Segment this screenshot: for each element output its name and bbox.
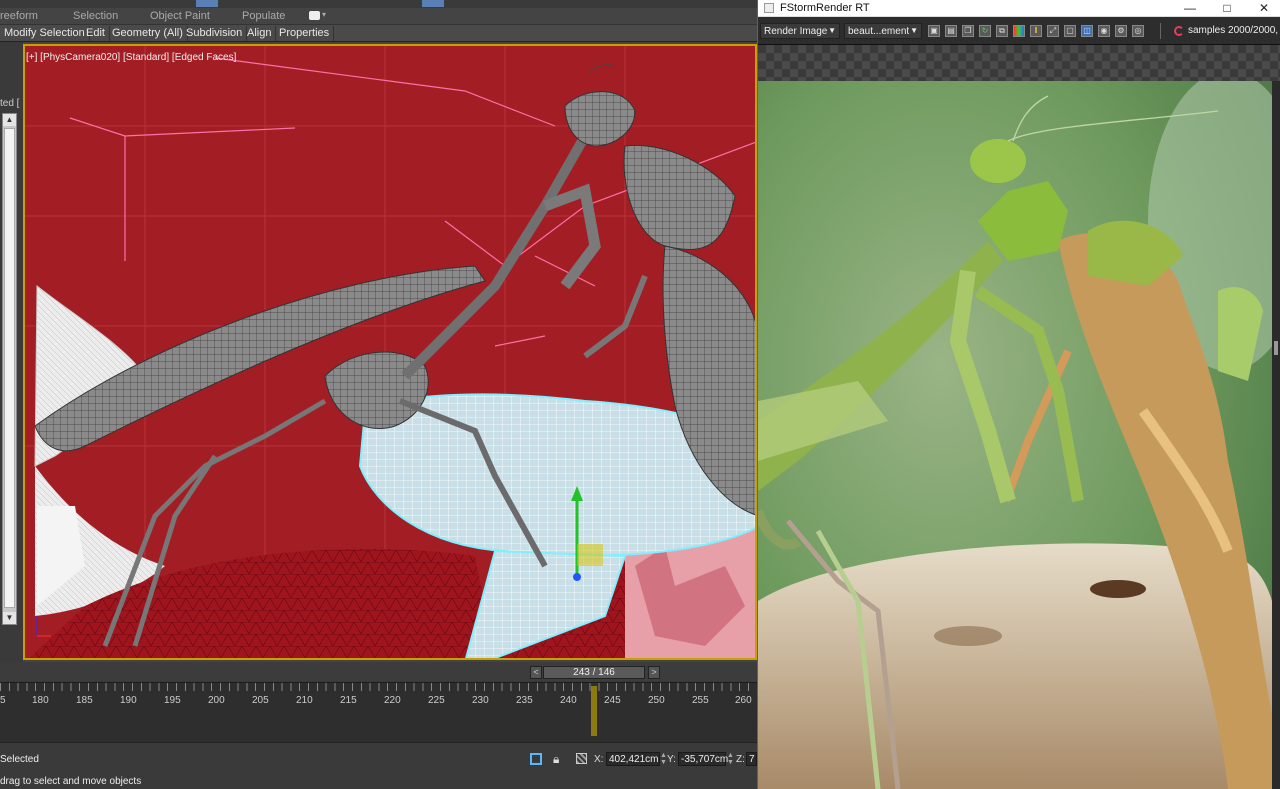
fit-icon[interactable]: ⤢ — [1047, 25, 1059, 37]
render-image-dropdown[interactable]: Render Image ▼ — [760, 23, 840, 39]
close-icon[interactable]: ✕ — [1254, 0, 1274, 17]
globe-icon[interactable]: ◎ — [1132, 25, 1144, 37]
chevron-down-icon: ▼ — [910, 26, 918, 35]
compare-icon[interactable]: ◫ — [1081, 25, 1093, 37]
settings-icon[interactable]: ⚙ — [1115, 25, 1127, 37]
tab-selection[interactable]: Selection — [73, 10, 118, 22]
render-image-label: Render Image — [764, 26, 828, 37]
scroll-thumb[interactable] — [1274, 341, 1278, 355]
x-label: X: — [594, 754, 604, 765]
alpha-checker-band — [758, 45, 1280, 81]
tick-label: 225 — [428, 695, 445, 706]
element-label: beaut...ement — [848, 26, 910, 37]
tick-label: 260 — [735, 695, 752, 706]
scroll-thumb[interactable] — [4, 128, 15, 608]
menu-geometry-all[interactable]: Geometry (All) — [108, 26, 188, 41]
copy-icon[interactable]: ❐ — [962, 25, 974, 37]
tick-label: 190 — [120, 695, 137, 706]
time-slider: < 243 / 146 > — [0, 662, 757, 682]
y-spinner-icon[interactable]: ▲ ▼ — [727, 752, 734, 766]
render-preview[interactable] — [758, 81, 1280, 789]
menu-subdivision[interactable]: Subdivision — [182, 26, 248, 41]
refresh-icon[interactable]: ↻ — [979, 25, 991, 37]
time-cursor[interactable] — [591, 686, 597, 736]
tick-label: 210 — [296, 695, 313, 706]
tab-object-paint[interactable]: Object Paint — [150, 10, 210, 22]
clone-icon[interactable]: ⧉ — [996, 25, 1008, 37]
scene-explorer-label: ted [ — [0, 98, 20, 109]
scroll-down-icon[interactable]: ▼ — [3, 612, 16, 624]
status-selection: Selected — [0, 754, 39, 765]
max-window: reeform Selection Object Paint Populate … — [0, 0, 757, 789]
next-frame-button[interactable]: > — [648, 666, 660, 679]
fstorm-toolbar: Render Image ▼ beaut...ement ▼ ▣ ▤ ❐ ↻ ⧉… — [758, 17, 1280, 45]
select-tool-icon[interactable] — [196, 0, 218, 7]
app-icon — [764, 3, 774, 13]
tick-label: 240 — [560, 695, 577, 706]
tick-label: 235 — [516, 695, 533, 706]
fstorm-window: FStormRender RT — □ ✕ Render Image ▼ bea… — [757, 0, 1280, 789]
track-bar[interactable]: 5 180 185 190 195 200 205 210 215 220 22… — [0, 682, 757, 742]
absolute-mode-icon[interactable] — [576, 753, 587, 764]
save-icon[interactable]: ▤ — [945, 25, 957, 37]
chevron-down-icon[interactable]: ▾ — [322, 10, 326, 19]
z-coordinate-field[interactable]: 7 — [746, 752, 757, 766]
main-toolbar — [0, 0, 757, 8]
menu-properties[interactable]: Properties — [275, 26, 335, 41]
ruler-tickmarks — [0, 683, 757, 691]
tab-freeform[interactable]: reeform — [0, 10, 38, 22]
tick-label: 220 — [384, 695, 401, 706]
x-spinner-icon[interactable]: ▲ ▼ — [660, 752, 667, 766]
chevron-down-icon: ▼ — [828, 26, 836, 35]
camera-icon[interactable]: ◉ — [1098, 25, 1110, 37]
color-channels-icon[interactable] — [1013, 25, 1025, 37]
tick-label: 215 — [340, 695, 357, 706]
ribbon-menu: Modify Selection Edit Geometry (All) Sub… — [0, 25, 757, 42]
viewport-camera[interactable] — [23, 44, 757, 660]
ribbon-toggle-icon[interactable] — [309, 11, 320, 20]
snap-tool-icon[interactable] — [422, 0, 444, 7]
y-label: Y: — [667, 754, 676, 765]
z-label: Z: — [736, 754, 745, 765]
scene-scrollbar[interactable]: ▲ ▼ — [2, 113, 17, 625]
minimize-icon[interactable]: — — [1180, 0, 1200, 17]
isolate-icon[interactable] — [530, 753, 542, 765]
tick-label: 180 — [32, 695, 49, 706]
tick-label: 195 — [164, 695, 181, 706]
ribbon-tabs: reeform Selection Object Paint Populate … — [0, 8, 757, 25]
tick-label: 5 — [0, 695, 6, 706]
y-coordinate-field[interactable]: -35,707cm — [678, 752, 728, 766]
element-dropdown[interactable]: beaut...ement ▼ — [844, 23, 922, 39]
render-icon[interactable]: ▣ — [928, 25, 940, 37]
region-icon[interactable]: ▢ — [1064, 25, 1076, 37]
tick-label: 245 — [604, 695, 621, 706]
samples-spinner-icon — [1174, 26, 1184, 36]
prev-frame-button[interactable]: < — [530, 666, 542, 679]
lock-icon[interactable]: 🔒︎ — [553, 752, 559, 767]
pause-icon[interactable]: ‖ — [1030, 25, 1042, 37]
tab-populate[interactable]: Populate — [242, 10, 285, 22]
tick-label: 255 — [692, 695, 709, 706]
x-coordinate-field[interactable]: 402,421cm — [606, 752, 660, 766]
viewport-label[interactable]: [+] [PhysCamera020] [Standard] [Edged Fa… — [26, 52, 236, 63]
window-title: FStormRender RT — [780, 2, 870, 14]
tick-label: 185 — [76, 695, 93, 706]
toolbar-divider — [1160, 23, 1161, 39]
rendered-mantis-image — [758, 81, 1280, 789]
samples-status: samples 2000/2000, t — [1188, 25, 1280, 36]
menu-modify-selection[interactable]: Modify Selection — [0, 26, 90, 41]
maximize-icon[interactable]: □ — [1217, 0, 1237, 17]
tick-label: 200 — [208, 695, 225, 706]
menu-edit[interactable]: Edit — [82, 26, 110, 41]
tick-label: 205 — [252, 695, 269, 706]
tick-label: 250 — [648, 695, 665, 706]
status-hint: drag to select and move objects — [0, 776, 142, 787]
frame-counter[interactable]: 243 / 146 — [543, 666, 645, 679]
wireframe-scene — [25, 46, 755, 658]
fstorm-titlebar: FStormRender RT — □ ✕ — [758, 0, 1280, 17]
tick-label: 230 — [472, 695, 489, 706]
scroll-up-icon[interactable]: ▲ — [3, 114, 16, 126]
menu-align[interactable]: Align — [243, 26, 277, 41]
render-scrollbar[interactable] — [1272, 81, 1280, 789]
